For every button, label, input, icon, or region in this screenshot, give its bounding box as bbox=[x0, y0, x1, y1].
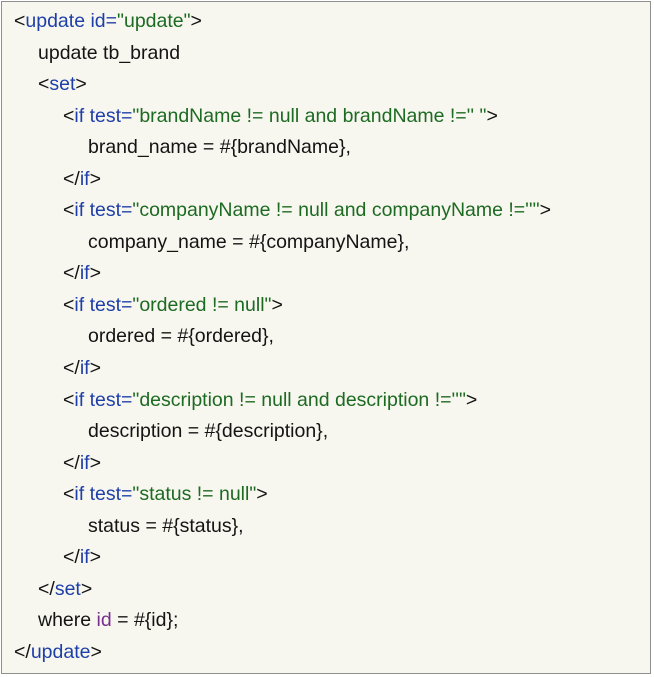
code-token: id= bbox=[90, 10, 118, 32]
code-token: > bbox=[75, 73, 87, 96]
code-token: > bbox=[90, 640, 102, 663]
code-token: if bbox=[79, 546, 90, 569]
code-token: test= bbox=[89, 199, 133, 222]
code-line: where id = #{id}; bbox=[2, 605, 650, 637]
code-token: > bbox=[256, 483, 268, 506]
code-line: <if test="brandName != null and brandNam… bbox=[2, 101, 650, 133]
code-token: > bbox=[190, 10, 202, 32]
code-token: set bbox=[49, 73, 76, 96]
code-line: <if test="description != null and descri… bbox=[2, 385, 650, 417]
code-token: > bbox=[89, 357, 101, 380]
code-token: id bbox=[96, 609, 112, 632]
code-line: update tb_brand bbox=[2, 38, 650, 70]
code-line: company_name = #{companyName}, bbox=[2, 227, 650, 259]
code-token: > bbox=[271, 293, 283, 316]
code-token: "description != null and description !='… bbox=[132, 388, 466, 411]
code-token: if bbox=[74, 293, 85, 316]
code-line: </if> bbox=[2, 258, 650, 290]
code-token: where bbox=[38, 609, 97, 632]
code-token: if bbox=[79, 357, 90, 380]
code-token: if bbox=[74, 104, 85, 127]
code-token: if bbox=[74, 199, 85, 222]
code-line: status = #{status}, bbox=[2, 511, 650, 543]
code-token: test= bbox=[89, 293, 133, 316]
code-token: test= bbox=[89, 388, 133, 411]
code-line: </if> bbox=[2, 448, 650, 480]
code-token: update bbox=[25, 10, 86, 32]
code-line: ordered = #{ordered}, bbox=[2, 321, 650, 353]
code-token: set bbox=[54, 577, 81, 600]
code-token: < bbox=[63, 199, 75, 222]
code-line: </if> bbox=[2, 353, 650, 385]
code-token: update bbox=[30, 640, 91, 663]
code-token: "status != null" bbox=[132, 483, 257, 506]
code-token: </ bbox=[63, 546, 80, 569]
code-token: </ bbox=[38, 577, 55, 600]
code-line: </if> bbox=[2, 542, 650, 574]
code-token: "update" bbox=[117, 10, 191, 32]
code-token: update tb_brand bbox=[38, 41, 181, 64]
code-token: if bbox=[79, 451, 90, 474]
code-line: description = #{description}, bbox=[2, 416, 650, 448]
code-token: > bbox=[89, 546, 101, 569]
code-token: < bbox=[63, 388, 75, 411]
code-token: description = #{description}, bbox=[88, 420, 329, 443]
code-token: </ bbox=[63, 167, 80, 190]
code-token: > bbox=[80, 577, 93, 600]
code-token: > bbox=[89, 167, 101, 190]
code-token: > bbox=[89, 451, 101, 474]
code-token: status = #{status}, bbox=[88, 514, 244, 537]
code-line: </set> bbox=[2, 574, 650, 606]
code-token: if bbox=[79, 167, 90, 190]
code-token: < bbox=[63, 293, 75, 316]
code-token: if bbox=[74, 483, 85, 506]
code-token: test= bbox=[89, 483, 133, 506]
code-line: <update id="update"> bbox=[2, 6, 650, 38]
code-line: </if> bbox=[2, 164, 650, 196]
code-token: if bbox=[79, 262, 90, 285]
code-token: "companyName != null and companyName !='… bbox=[132, 199, 540, 222]
code-token: > bbox=[465, 388, 478, 411]
code-panel: <update id="update"> update tb_brand <set>… bbox=[1, 1, 651, 674]
code-block: <update id="update"> update tb_brand <set>… bbox=[2, 6, 650, 668]
code-line: brand_name = #{brandName}, bbox=[2, 132, 650, 164]
code-token: < bbox=[63, 104, 75, 127]
code-token: > bbox=[539, 199, 551, 222]
code-token: = #{id}; bbox=[111, 609, 179, 632]
code-token: > bbox=[486, 104, 498, 127]
code-line: <set> bbox=[2, 69, 650, 101]
code-token: if bbox=[74, 388, 85, 411]
code-token: > bbox=[89, 262, 101, 285]
code-token: "ordered != null" bbox=[132, 293, 272, 316]
code-line: </update> bbox=[2, 637, 650, 669]
code-token: test= bbox=[89, 104, 133, 127]
code-token: < bbox=[14, 10, 26, 32]
code-token: "brandName != null and brandName !='' " bbox=[132, 104, 487, 127]
code-token: </ bbox=[14, 640, 31, 663]
code-token: </ bbox=[63, 357, 80, 380]
code-line: <if test="status != null"> bbox=[2, 479, 650, 511]
code-token: company_name = #{companyName}, bbox=[88, 230, 410, 253]
code-line: <if test="ordered != null"> bbox=[2, 290, 650, 322]
code-token: < bbox=[38, 73, 50, 96]
code-token: </ bbox=[63, 262, 80, 285]
code-token: </ bbox=[63, 451, 80, 474]
code-line: <if test="companyName != null and compan… bbox=[2, 195, 650, 227]
code-token: brand_name = #{brandName}, bbox=[88, 136, 351, 159]
code-token: < bbox=[63, 483, 75, 506]
code-token: ordered = #{ordered}, bbox=[88, 325, 274, 348]
